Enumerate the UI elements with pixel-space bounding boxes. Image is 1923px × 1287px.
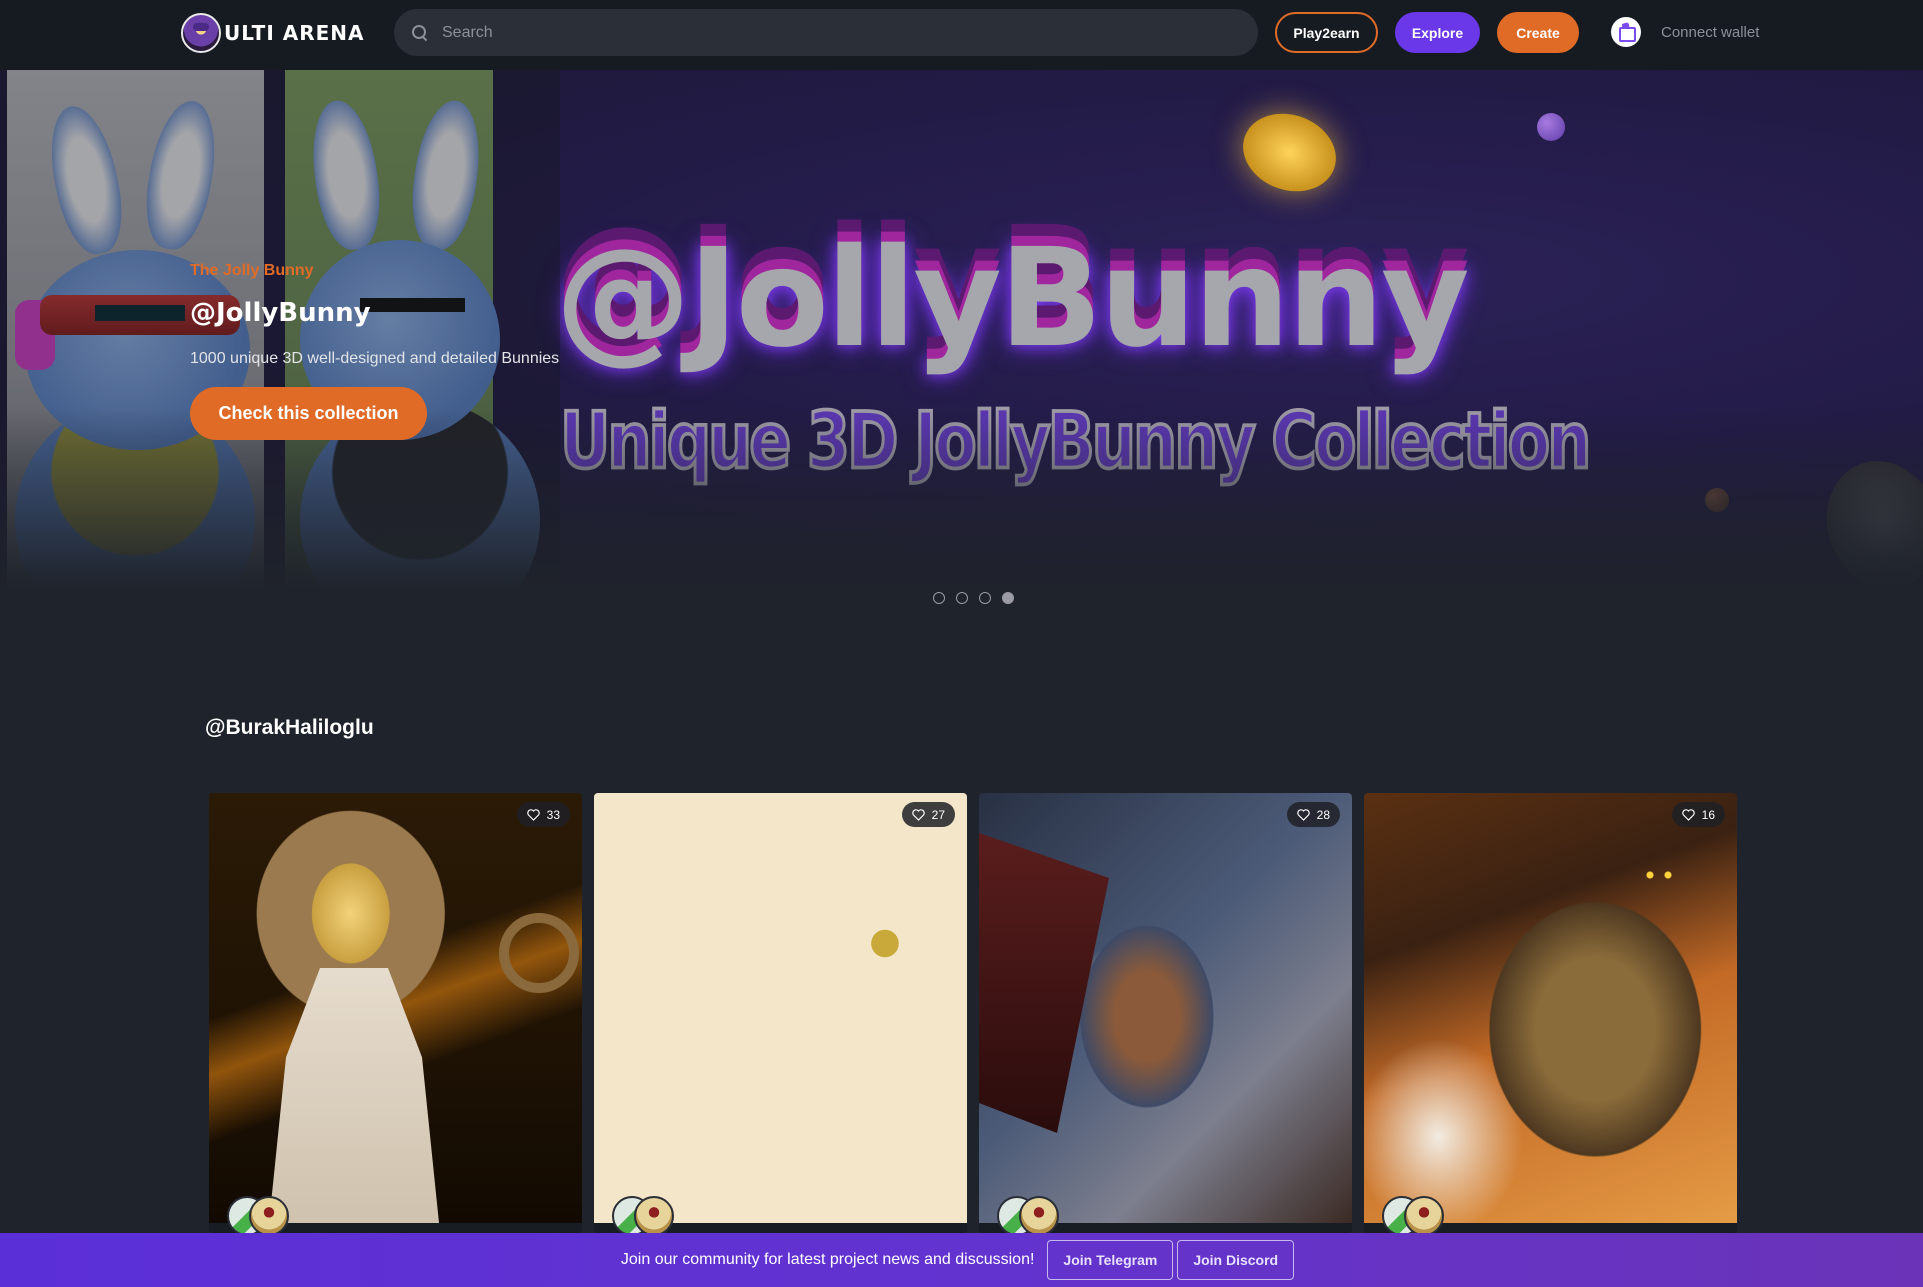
like-button[interactable]: 28 bbox=[1286, 802, 1340, 827]
top-navbar: ULTI ARENA Play2earn Explore Create Conn… bbox=[0, 0, 1923, 70]
nft-ring bbox=[499, 913, 579, 993]
play2earn-button[interactable]: Play2earn bbox=[1275, 12, 1378, 53]
carousel-dot-4[interactable] bbox=[1002, 592, 1014, 604]
hero-caption: The Jolly Bunny bbox=[190, 262, 314, 279]
heart-icon bbox=[1681, 808, 1695, 821]
carousel-pagination bbox=[933, 592, 1014, 604]
section-title: @BurakHaliloglu bbox=[205, 716, 374, 739]
nft-card[interactable]: 16 bbox=[1364, 793, 1737, 1233]
nft-image bbox=[1364, 793, 1737, 1223]
join-discord-button[interactable]: Join Discord bbox=[1177, 1240, 1295, 1280]
join-telegram-button[interactable]: Join Telegram bbox=[1047, 1240, 1174, 1280]
like-count: 27 bbox=[931, 807, 945, 822]
logo-mascot-icon bbox=[181, 13, 221, 53]
nft-card-grid: 33 27 28 16 bbox=[209, 793, 1737, 1233]
community-banner: Join our community for latest project ne… bbox=[0, 1233, 1923, 1287]
explore-button[interactable]: Explore bbox=[1395, 12, 1480, 53]
like-count: 28 bbox=[1316, 807, 1330, 822]
heart-icon bbox=[911, 808, 925, 821]
nft-glowing-eyes bbox=[1644, 871, 1674, 879]
carousel-dot-1[interactable] bbox=[933, 592, 945, 604]
check-collection-button[interactable]: Check this collection bbox=[190, 387, 427, 440]
creator-avatar[interactable] bbox=[1019, 1196, 1059, 1233]
card-avatars bbox=[1382, 1196, 1444, 1233]
card-avatars bbox=[612, 1196, 674, 1233]
creator-avatar[interactable] bbox=[249, 1196, 289, 1233]
connect-wallet-button[interactable]: Connect wallet bbox=[1611, 17, 1759, 47]
community-text: Join our community for latest project ne… bbox=[620, 1251, 1035, 1268]
like-button[interactable]: 33 bbox=[516, 802, 570, 827]
nft-card[interactable]: 33 bbox=[209, 793, 582, 1233]
like-button[interactable]: 27 bbox=[901, 802, 955, 827]
creator-avatar[interactable] bbox=[1404, 1196, 1444, 1233]
hero-carousel: @JollyBunny Unique 3D JollyBunny Collect… bbox=[0, 70, 1923, 590]
hero-title: @JollyBunny bbox=[190, 298, 371, 328]
hero-bottom-fade bbox=[0, 70, 1923, 590]
card-avatars bbox=[227, 1196, 289, 1233]
like-button[interactable]: 16 bbox=[1671, 802, 1725, 827]
carousel-dot-2[interactable] bbox=[956, 592, 968, 604]
nft-card[interactable]: 28 bbox=[979, 793, 1352, 1233]
search-icon bbox=[412, 24, 428, 41]
heart-icon bbox=[1296, 808, 1310, 821]
hero-description: 1000 unique 3D well-designed and detaile… bbox=[190, 350, 560, 367]
like-count: 33 bbox=[546, 807, 560, 822]
nft-card[interactable]: 27 bbox=[594, 793, 967, 1233]
creator-avatar[interactable] bbox=[634, 1196, 674, 1233]
carousel-dot-3[interactable] bbox=[979, 592, 991, 604]
nft-image bbox=[594, 793, 967, 1223]
wallet-icon bbox=[1611, 17, 1641, 47]
heart-icon bbox=[526, 808, 540, 821]
create-button[interactable]: Create bbox=[1497, 12, 1579, 53]
like-count: 16 bbox=[1701, 807, 1715, 822]
search-input[interactable] bbox=[442, 23, 1222, 42]
search-bar[interactable] bbox=[394, 9, 1258, 56]
brand-name: ULTI ARENA bbox=[224, 21, 365, 45]
card-avatars bbox=[997, 1196, 1059, 1233]
brand-logo[interactable]: ULTI ARENA bbox=[181, 13, 364, 53]
connect-wallet-label: Connect wallet bbox=[1661, 23, 1760, 41]
